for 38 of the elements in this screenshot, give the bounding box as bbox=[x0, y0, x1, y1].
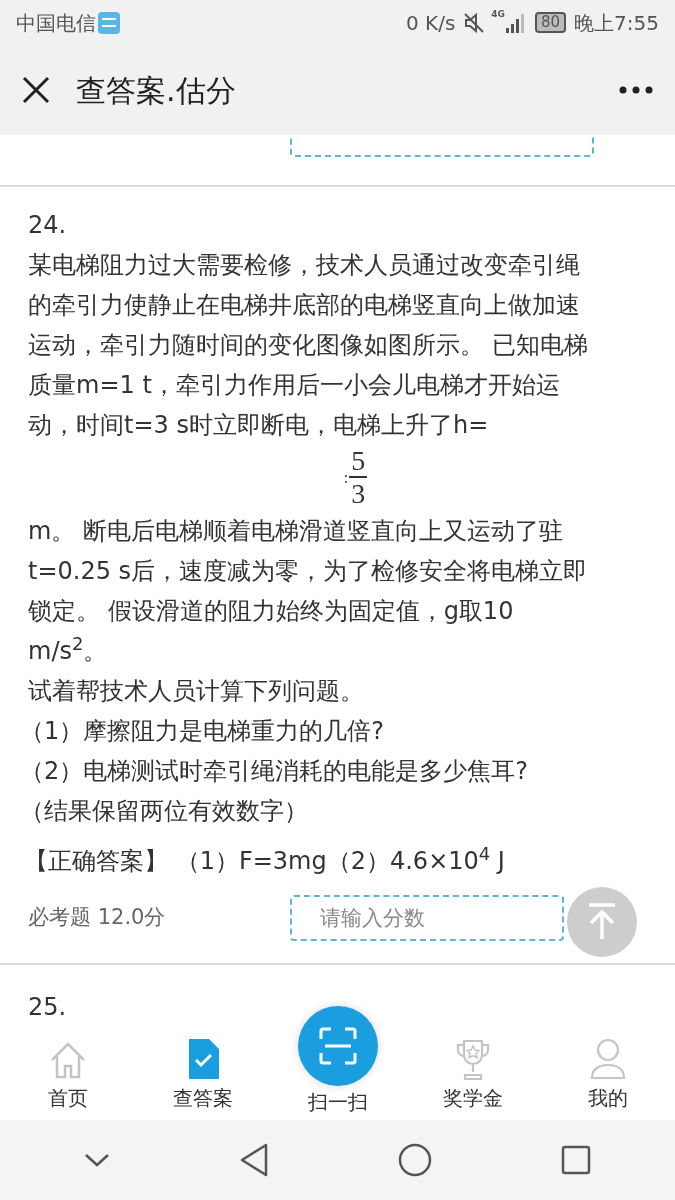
question-number: 25. bbox=[28, 992, 68, 1023]
question-line: （1）摩擦阻力是电梯重力的几倍? bbox=[20, 716, 385, 747]
trophy-icon bbox=[454, 1038, 491, 1080]
correct-answer: 【正确答案】 （1）F=3mg（2）4.6×10$^{4}$ J bbox=[24, 842, 506, 877]
network-speed: 0 K/s bbox=[405, 9, 456, 37]
more-icon[interactable] bbox=[619, 86, 653, 94]
signal-icon bbox=[505, 12, 527, 33]
recents-icon[interactable] bbox=[560, 1145, 591, 1175]
close-icon[interactable] bbox=[22, 76, 50, 104]
nav-tab[interactable]: 扫一扫 bbox=[270, 1002, 405, 1120]
carrier-name: 中国电信 bbox=[16, 9, 96, 37]
numerator: 5 bbox=[349, 446, 368, 478]
nav-tab[interactable]: 奖学金 bbox=[405, 1030, 540, 1120]
question-text: 某电梯阻力过大需要检修，技术人员通过改变牵引绳的牵引力使静止在电梯井底部的电梯竖直向上做加速运动，牵引力随时间的变化图像如图所示。 已知电梯质量m=1 t，牵引力作用后一小会儿电梯才开始运动，时间t=3 s时立即断电，电梯上升了h= bbox=[28, 250, 589, 441]
nav-tab[interactable]: 我的 bbox=[540, 1030, 675, 1120]
scan-icon bbox=[318, 1027, 357, 1065]
home-icon[interactable] bbox=[397, 1143, 432, 1177]
mute-icon bbox=[463, 11, 486, 34]
question-number: 24. bbox=[28, 210, 68, 241]
collapse-icon[interactable] bbox=[84, 1152, 111, 1168]
question-text: m。 断电后电梯顺着电梯滑道竖直向上又运动了驻t=0.25 s后，速度减为零，为了检修安全将电梯立即锁定。 假设滑道的阻力始终为固定值，g取10 m/s$^{2}$。 bbox=[28, 516, 589, 667]
person-icon bbox=[589, 1038, 626, 1080]
colon-mark: : bbox=[343, 468, 349, 488]
score-label: 必考题 12.0分 bbox=[28, 904, 167, 932]
back-icon[interactable] bbox=[239, 1143, 270, 1177]
network-type: 4G bbox=[491, 10, 505, 19]
clock: 晚上7:55 bbox=[574, 9, 659, 37]
question-line: （结果保留两位有效数字） bbox=[20, 796, 309, 827]
score-field[interactable]: 请输入分数 bbox=[290, 895, 564, 941]
nav-tab[interactable]: 查答案 bbox=[135, 1030, 270, 1120]
battery-level: 80 bbox=[535, 12, 567, 33]
badge-icon bbox=[98, 11, 120, 34]
denominator: 3 bbox=[351, 478, 366, 510]
page-title: 查答案.估分 bbox=[76, 71, 236, 110]
question-line: 试着帮技术人员计算下列问题。 bbox=[28, 676, 365, 707]
arrow-up-icon bbox=[587, 903, 617, 941]
nav-tab[interactable]: 首页 bbox=[0, 1030, 135, 1120]
question-line: （2）电梯测试时牵引绳消耗的电能是多少焦耳? bbox=[20, 756, 529, 787]
